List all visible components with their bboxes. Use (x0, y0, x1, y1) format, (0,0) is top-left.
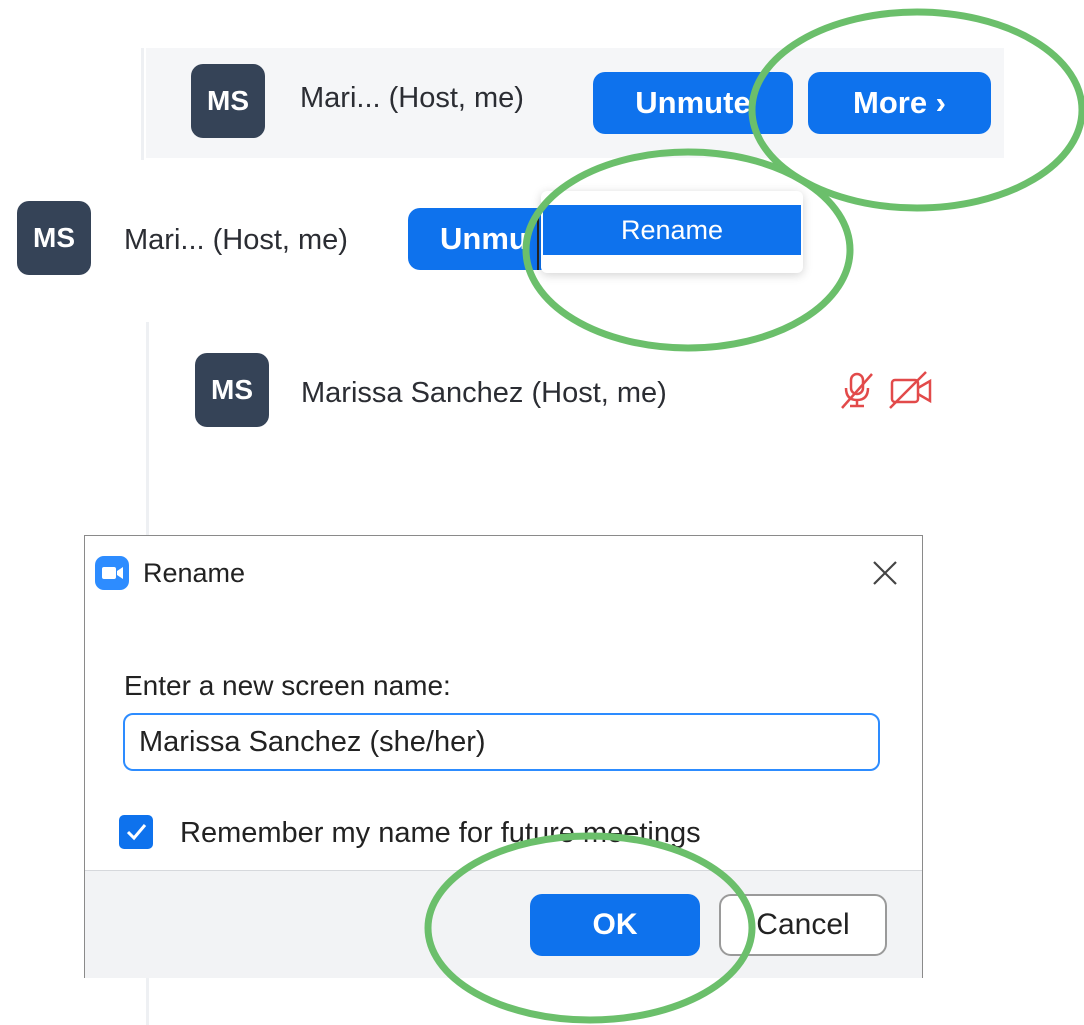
avatar: MS (195, 353, 269, 427)
dialog-title: Rename (143, 558, 246, 588)
screen-name-input[interactable] (123, 713, 880, 771)
text-cursor (537, 208, 539, 270)
avatar: MS (17, 201, 91, 275)
remember-name-checkbox[interactable] (119, 815, 153, 849)
participant-name: Mari... (Host, me) (124, 224, 348, 256)
avatar: MS (191, 64, 265, 138)
participant-name: Mari... (Host, me) (300, 82, 524, 114)
more-button[interactable]: More › (808, 72, 991, 134)
participant-name: Marissa Sanchez (Host, me) (301, 377, 667, 409)
cancel-button[interactable]: Cancel (719, 894, 887, 956)
muted-microphone-icon[interactable] (838, 370, 876, 410)
panel-divider (141, 48, 144, 160)
unmute-button[interactable]: Unmu (408, 208, 558, 270)
rename-dialog: Rename Enter a new screen name: Remember… (84, 535, 923, 978)
participant-status-icons (838, 370, 934, 410)
participant-row-hover[interactable]: MS Mari... (Host, me) Unmute More › (146, 48, 1004, 158)
unmute-button[interactable]: Unmute (593, 72, 793, 134)
screen-name-label: Enter a new screen name: (124, 670, 451, 701)
ok-button[interactable]: OK (530, 894, 700, 956)
more-dropdown-menu: Rename (541, 191, 803, 273)
rename-menu-item[interactable]: Rename (543, 205, 801, 255)
camera-off-icon[interactable] (888, 370, 934, 410)
zoom-logo-icon (95, 556, 129, 590)
close-icon[interactable] (872, 550, 898, 595)
remember-name-label: Remember my name for future meetings (180, 817, 701, 849)
